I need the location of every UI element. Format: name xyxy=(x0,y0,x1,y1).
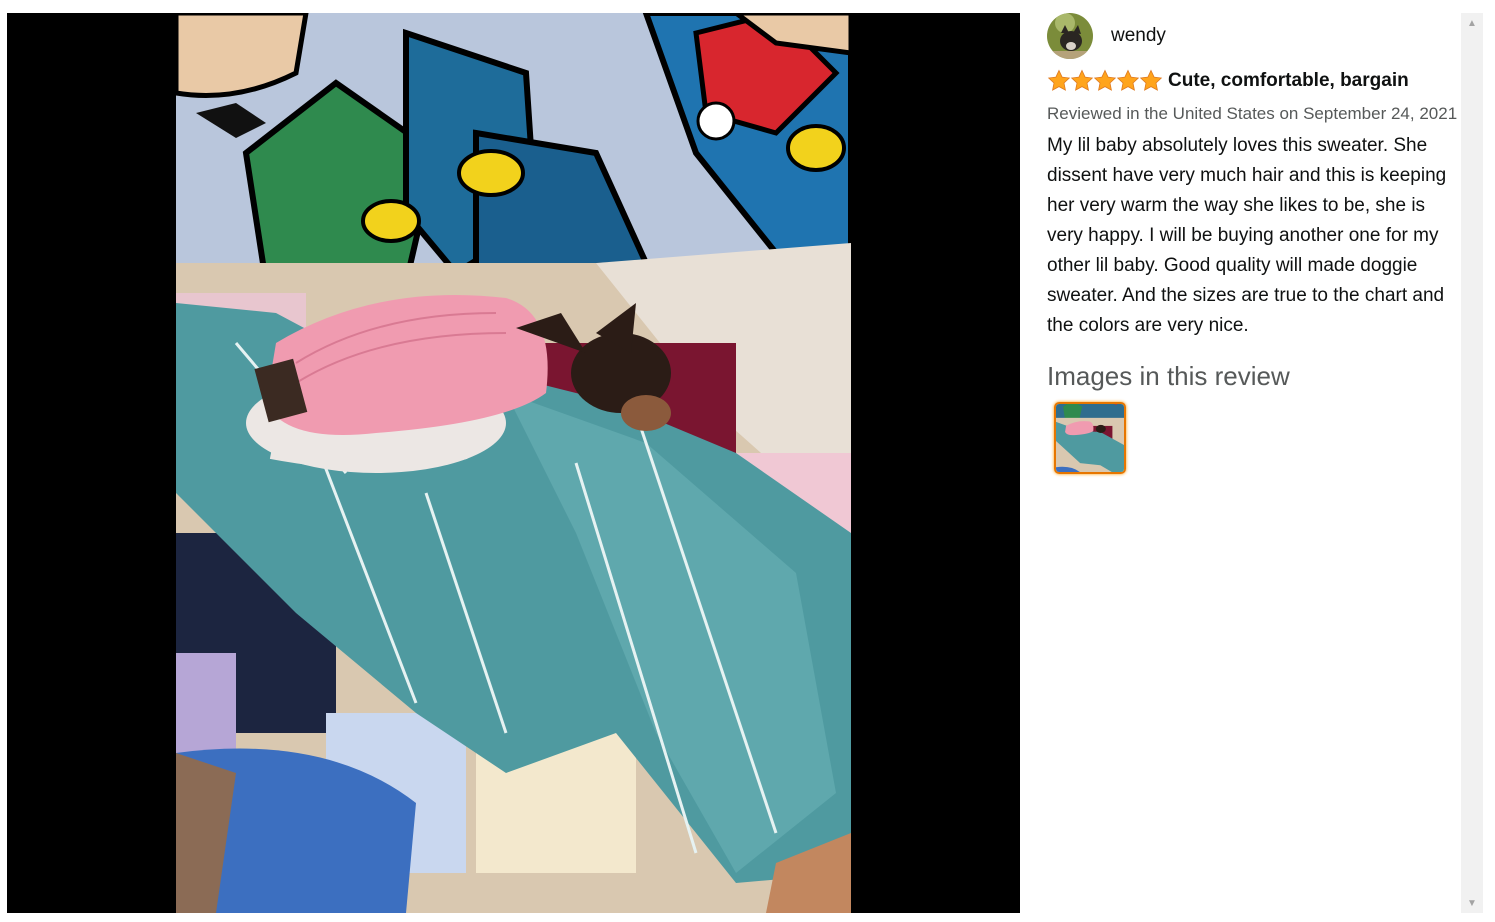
review-body: My lil baby absolutely loves this sweate… xyxy=(1047,135,1447,336)
review-author[interactable]: wendy xyxy=(1047,13,1459,59)
review-photo-large[interactable] xyxy=(176,13,851,913)
vertical-scrollbar[interactable]: ▲ ▼ xyxy=(1461,13,1483,913)
star-icon xyxy=(1070,69,1094,91)
review-image-thumbnail[interactable] xyxy=(1054,402,1126,474)
star-icon xyxy=(1116,69,1140,91)
star-rating[interactable] xyxy=(1047,69,1163,93)
arrow-down-icon[interactable]: ▼ xyxy=(1461,893,1483,913)
star-icon xyxy=(1093,69,1117,91)
avatar[interactable] xyxy=(1047,13,1093,59)
author-name[interactable]: wendy xyxy=(1111,25,1166,47)
review-date: Reviewed in the United States on Septemb… xyxy=(1047,104,1458,123)
star-icon xyxy=(1047,69,1071,91)
star-icon xyxy=(1139,69,1163,91)
images-heading: Images in this review xyxy=(1047,361,1290,391)
review-panel: wendy Cute, comfortable, bargain Reviewe… xyxy=(1047,13,1459,913)
arrow-up-icon[interactable]: ▲ xyxy=(1461,13,1483,33)
image-viewer xyxy=(7,13,1020,913)
review-title-row: Cute, comfortable, bargain xyxy=(1047,69,1459,93)
review-title: Cute, comfortable, bargain xyxy=(1168,70,1409,91)
